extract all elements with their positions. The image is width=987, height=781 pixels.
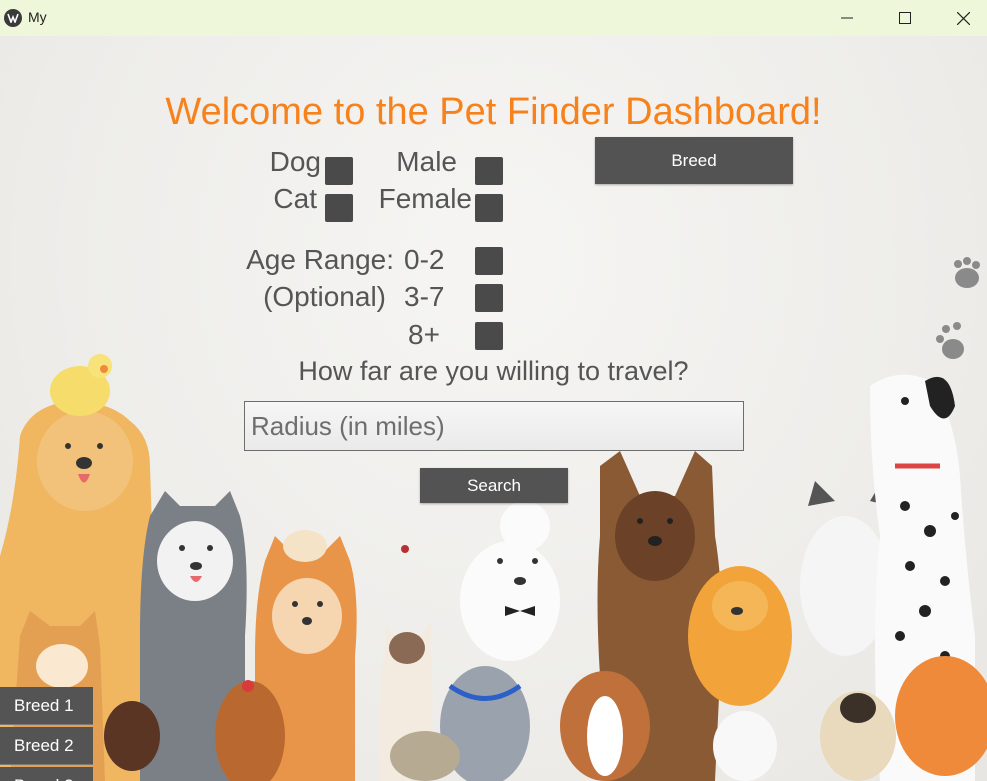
- dog-label: Dog: [269, 146, 321, 177]
- age-range-label: Age Range:: [246, 244, 394, 275]
- close-icon: [956, 11, 970, 25]
- age-3-7-label: 3-7: [404, 281, 445, 312]
- breed-list-item[interactable]: Breed 3: [0, 767, 93, 781]
- female-label: Female: [378, 183, 472, 214]
- cat-label: Cat: [273, 183, 317, 214]
- title-bar: My: [0, 0, 987, 36]
- dog-checkbox[interactable]: [325, 157, 353, 185]
- breed-list-item[interactable]: Breed 2: [0, 727, 93, 765]
- age-0-2-label: 0-2: [404, 244, 445, 275]
- maximize-icon: [899, 12, 911, 24]
- breed-list-item[interactable]: Breed 1: [0, 687, 93, 725]
- age-8plus-label: 8+: [408, 319, 440, 350]
- dashboard-area: Welcome to the Pet Finder Dashboard! Dog…: [0, 36, 987, 781]
- male-label: Male: [396, 146, 457, 177]
- age-optional-label: (Optional): [263, 281, 386, 312]
- age-3-7-checkbox[interactable]: [475, 284, 503, 312]
- app-icon: [4, 9, 22, 27]
- paw-icon: [954, 257, 980, 288]
- female-checkbox[interactable]: [475, 194, 503, 222]
- window-title: My: [28, 9, 47, 25]
- travel-question: How far are you willing to travel?: [298, 356, 689, 386]
- paw-icon: [936, 322, 964, 359]
- male-checkbox[interactable]: [475, 157, 503, 185]
- page-title: Welcome to the Pet Finder Dashboard!: [165, 91, 822, 133]
- close-button[interactable]: [934, 0, 987, 36]
- maximize-button[interactable]: [876, 0, 934, 36]
- cat-checkbox[interactable]: [325, 194, 353, 222]
- age-8plus-checkbox[interactable]: [475, 322, 503, 350]
- minimize-icon: [841, 17, 853, 19]
- breed-button[interactable]: Breed: [595, 137, 793, 184]
- minimize-button[interactable]: [818, 0, 876, 36]
- age-0-2-checkbox[interactable]: [475, 247, 503, 275]
- search-button[interactable]: Search: [420, 468, 568, 503]
- radius-input[interactable]: [244, 401, 744, 451]
